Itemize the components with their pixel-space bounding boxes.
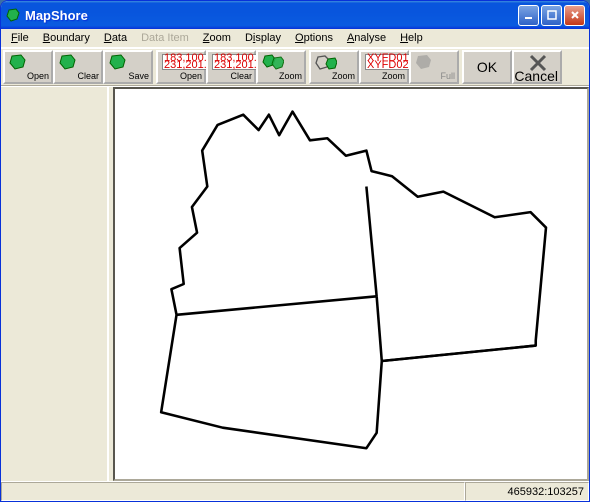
close-button[interactable] <box>564 5 585 26</box>
label: Clear <box>77 72 99 81</box>
menu-zoom[interactable]: Zoom <box>197 31 237 45</box>
full-icon <box>415 54 435 75</box>
map-canvas[interactable] <box>113 87 589 481</box>
app-window: MapShore File Boundary Data Data Item Zo… <box>0 0 590 502</box>
menubar: File Boundary Data Data Item Zoom Displa… <box>1 29 589 48</box>
menu-dataitem: Data Item <box>135 31 195 45</box>
map-save-icon <box>109 54 129 75</box>
label: Clear <box>230 72 252 81</box>
label: Full <box>440 72 455 81</box>
cancel-button[interactable]: Cancel <box>512 50 562 84</box>
menu-file[interactable]: File <box>5 31 35 45</box>
workspace <box>1 86 589 481</box>
save-boundary-button[interactable]: Save <box>103 50 153 84</box>
app-icon <box>5 7 21 23</box>
clear-boundary-button[interactable]: Clear <box>53 50 103 84</box>
xy-icon: XYFD01XYFD02 <box>365 54 411 70</box>
label: Zoom <box>279 72 302 81</box>
zoom-map-button[interactable]: Zoom <box>256 50 306 84</box>
label: Save <box>128 72 149 81</box>
menu-help[interactable]: Help <box>394 31 429 45</box>
zoom-shape-button[interactable]: Zoom <box>309 50 359 84</box>
window-title: MapShore <box>25 8 518 23</box>
menu-data[interactable]: Data <box>98 31 133 45</box>
minimize-button[interactable] <box>518 5 539 26</box>
label: Open <box>180 72 202 81</box>
menu-analyse[interactable]: Analyse <box>341 31 392 45</box>
boundary-map <box>115 89 587 479</box>
label: Open <box>27 72 49 81</box>
clear-coords-button[interactable]: 183,100.2231,201.5 Clear <box>206 50 256 84</box>
status-left <box>1 482 465 501</box>
toolbar: Open Clear Save 183,100.2231,201.5 Open … <box>1 48 589 86</box>
zoom-xy-button[interactable]: XYFD01XYFD02 Zoom <box>359 50 409 84</box>
menu-display[interactable]: Display <box>239 31 287 45</box>
open-coords-button[interactable]: 183,100.2231,201.5 Open <box>156 50 206 84</box>
label: OK <box>477 59 497 75</box>
titlebar[interactable]: MapShore <box>1 1 589 29</box>
status-coords: 465932:103257 <box>465 482 589 501</box>
statusbar: 465932:103257 <box>1 481 589 501</box>
label: Zoom <box>382 72 405 81</box>
map-clear-icon <box>59 54 79 75</box>
ok-button[interactable]: OK <box>462 50 512 84</box>
label: Cancel <box>514 72 558 81</box>
left-panel[interactable] <box>1 87 109 481</box>
menu-options[interactable]: Options <box>289 31 339 45</box>
full-button[interactable]: Full <box>409 50 459 84</box>
label: Zoom <box>332 72 355 81</box>
menu-boundary[interactable]: Boundary <box>37 31 96 45</box>
maximize-button[interactable] <box>541 5 562 26</box>
open-boundary-button[interactable]: Open <box>3 50 53 84</box>
